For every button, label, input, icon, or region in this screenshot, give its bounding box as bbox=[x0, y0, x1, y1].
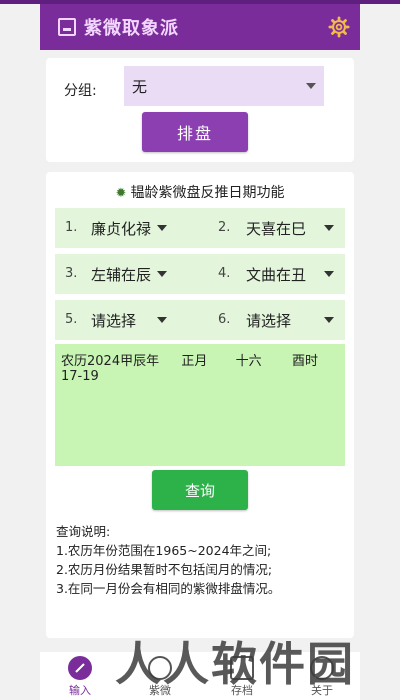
selector-5[interactable]: 5. 请选择 bbox=[55, 300, 195, 340]
result-area: 农历2024甲辰年 正月 十六 酉时17-19 bbox=[55, 344, 345, 466]
chevron-down-icon bbox=[157, 317, 167, 323]
selector-1-value: 廉贞化禄 bbox=[91, 220, 152, 238]
app-title: 紫微取象派 bbox=[84, 18, 179, 39]
chevron-down-icon bbox=[324, 271, 334, 277]
selector-4[interactable]: 4. 文曲在丑 bbox=[206, 254, 345, 294]
query-button[interactable]: 查询 bbox=[152, 470, 248, 510]
group-select-value: 无 bbox=[132, 77, 148, 96]
chevron-down-icon bbox=[306, 83, 316, 89]
group-select[interactable]: 无 bbox=[124, 66, 324, 106]
selector-3-value: 左辅在辰 bbox=[91, 266, 152, 284]
result-month: 正月 bbox=[181, 354, 208, 369]
selector-6-value: 请选择 bbox=[246, 312, 292, 330]
nav-input-label: 输入 bbox=[69, 684, 91, 697]
chevron-down-icon bbox=[157, 225, 167, 231]
notes-line-1: 1.农历年份范围在1965~2024年之间; bbox=[56, 543, 272, 558]
gear-icon[interactable] bbox=[328, 16, 350, 38]
result-year: 农历2024甲辰年 bbox=[61, 354, 160, 369]
notes-line-2: 2.农历月份结果暂时不包括闰月的情况; bbox=[56, 562, 273, 577]
chevron-down-icon bbox=[324, 225, 334, 231]
paipan-card: 分组: 无 排盘 bbox=[46, 58, 354, 162]
selector-2[interactable]: 2. 天喜在巳 bbox=[206, 208, 345, 248]
chevron-down-icon bbox=[157, 271, 167, 277]
result-day: 十六 bbox=[235, 354, 262, 369]
selector-1-index: 1. bbox=[65, 220, 78, 235]
selector-4-value: 文曲在丑 bbox=[246, 266, 307, 284]
selector-3-index: 3. bbox=[65, 266, 78, 281]
selector-3[interactable]: 3. 左辅在辰 bbox=[55, 254, 195, 294]
pencil-icon bbox=[68, 656, 92, 680]
selector-1[interactable]: 1. 廉贞化禄 bbox=[55, 208, 195, 248]
notes-title: 查询说明: bbox=[56, 524, 111, 539]
calendar-icon bbox=[58, 18, 76, 36]
selector-2-index: 2. bbox=[218, 220, 231, 235]
paipan-button[interactable]: 排盘 bbox=[142, 112, 248, 152]
watermark: 人人软件园 bbox=[115, 637, 355, 691]
section-title: ✹ 韫龄紫微盘反推日期功能 bbox=[46, 182, 354, 202]
selector-2-value: 天喜在巳 bbox=[246, 220, 307, 238]
chevron-down-icon bbox=[324, 317, 334, 323]
selector-5-value: 请选择 bbox=[91, 312, 137, 330]
group-label: 分组: bbox=[64, 83, 97, 99]
notes-line-3: 3.在同一月份会有相同的紫微排盘情况。 bbox=[56, 581, 281, 596]
selector-4-index: 4. bbox=[218, 266, 231, 281]
selector-6-index: 6. bbox=[218, 312, 231, 327]
nav-input[interactable]: 输入 bbox=[50, 652, 110, 700]
selector-5-index: 5. bbox=[65, 312, 78, 327]
section-title-text: 韫龄紫微盘反推日期功能 bbox=[130, 185, 285, 201]
notes: 查询说明: 1.农历年份范围在1965~2024年之间; 2.农历月份结果暂时不… bbox=[56, 522, 352, 598]
app-bar: 紫微取象派 bbox=[40, 4, 360, 50]
reverse-date-card: ✹ 韫龄紫微盘反推日期功能 1. 廉贞化禄 2. 天喜在巳 3. 左辅在辰 4. … bbox=[46, 172, 354, 638]
star-icon: ✹ bbox=[115, 186, 127, 201]
selector-6[interactable]: 6. 请选择 bbox=[206, 300, 345, 340]
